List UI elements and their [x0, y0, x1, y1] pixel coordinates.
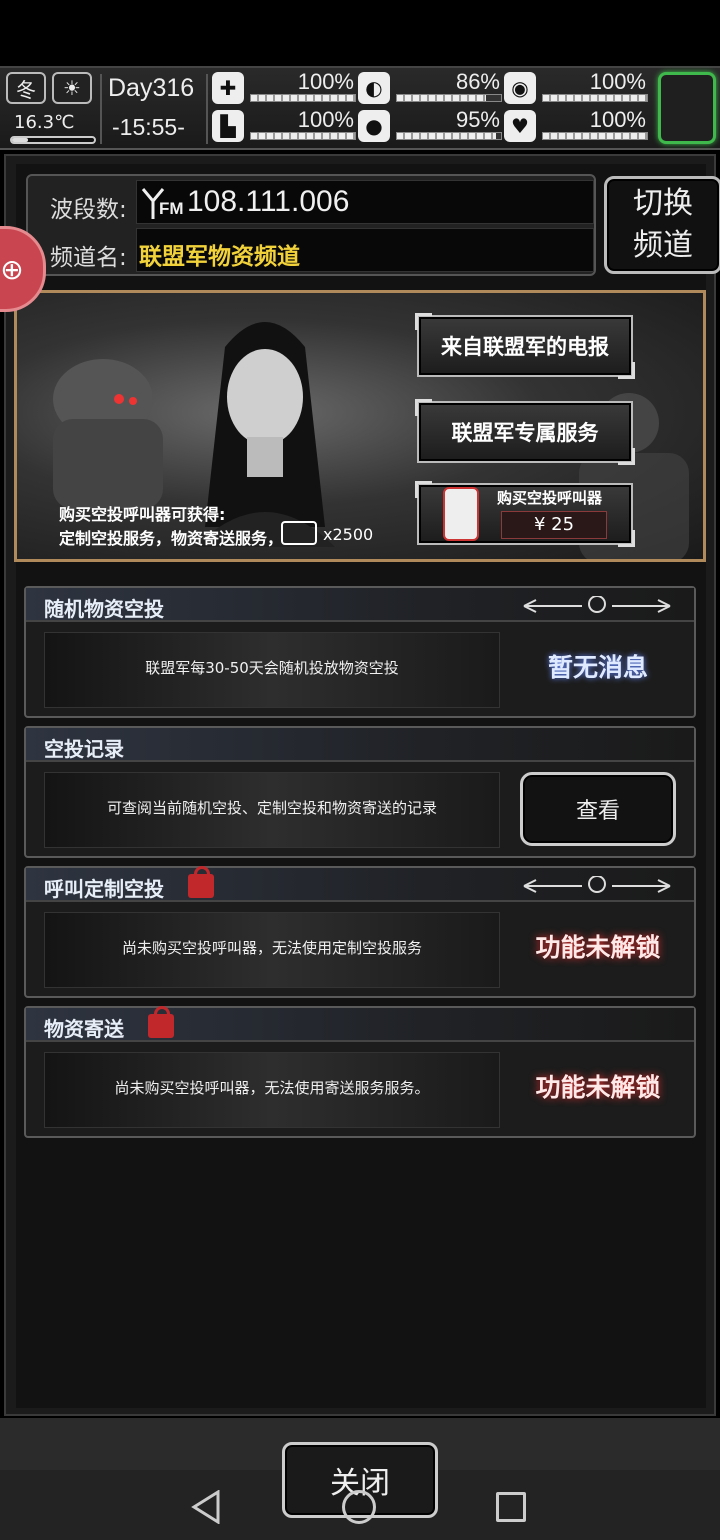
- satellite-signal-icon: [523, 596, 671, 613]
- frequency-field: FM 108.111.006: [136, 180, 594, 224]
- locked-status: 功能未解锁: [535, 1073, 661, 1102]
- exclusive-service-button[interactable]: 联盟军专属服务: [415, 399, 635, 465]
- divider: [206, 74, 208, 144]
- airdrop-record-card: 空投记录 可查阅当前随机空投、定制空投和物资寄送的记录 查看: [24, 726, 696, 858]
- custom-airdrop-card: 呼叫定制空投 尚未购买空投呼叫器，无法使用定制空投服务 功能未解锁: [24, 866, 696, 998]
- card-title: 空投记录: [44, 737, 124, 761]
- card-header: 随机物资空投: [26, 588, 694, 622]
- card-image: 尚未购买空投呼叫器，无法使用寄送服务服务。: [44, 1052, 500, 1128]
- band-label: 波段数:: [50, 197, 127, 223]
- stomach-icon: ◐: [358, 72, 390, 104]
- buy-caller-title: 购买空投呼叫器: [497, 489, 603, 507]
- supply-delivery-card: 物资寄送 尚未购买空投呼叫器，无法使用寄送服务服务。 功能未解锁: [24, 1006, 696, 1138]
- airdrop-status: 暂无消息: [547, 653, 648, 682]
- brain-icon: ◉: [504, 72, 536, 104]
- stat-bar: [250, 94, 356, 102]
- view-records-button[interactable]: 查看: [520, 772, 676, 846]
- card-header: 呼叫定制空投: [26, 866, 694, 902]
- medkit-icon: ✚: [212, 72, 244, 104]
- lock-icon: [148, 1006, 174, 1038]
- alliance-banner: 来自联盟军的电报 联盟军专属服务 购买空投呼叫器 ¥ 25 购买空投呼叫器可获得…: [14, 290, 706, 562]
- card-image: 可查阅当前随机空投、定制空投和物资寄送的记录: [44, 772, 500, 848]
- game-time: -15:55-: [112, 114, 185, 140]
- satellite-signal-icon: [523, 876, 671, 893]
- stat-bar: [250, 132, 356, 140]
- menu-button[interactable]: [658, 72, 716, 144]
- channel-label: 频道名:: [50, 245, 127, 271]
- antenna-icon: FM: [139, 185, 185, 221]
- channel-field: 联盟军物资频道: [136, 228, 594, 272]
- stat-health: ✚ 100%: [212, 69, 358, 106]
- back-icon[interactable]: [190, 1490, 222, 1524]
- card-description: 尚未购买空投呼叫器，无法使用寄送服务服务。: [114, 1079, 430, 1097]
- stat-hunger: ◐ 86%: [358, 69, 504, 106]
- channel-name: 联盟军物资频道: [139, 244, 300, 270]
- stat-mental: ◉ 100%: [504, 69, 650, 106]
- stat-thirst: ● 95%: [358, 107, 504, 144]
- stat-value: 100%: [589, 107, 646, 132]
- switch-label-line1: 切换: [633, 186, 693, 221]
- day-counter: Day316: [108, 74, 195, 102]
- stat-bar: [396, 94, 502, 102]
- stat-value: 100%: [297, 107, 354, 132]
- card-title: 物资寄送: [44, 1017, 124, 1041]
- walkie-talkie-icon: [443, 487, 479, 541]
- telegram-button[interactable]: 来自联盟军的电报: [415, 313, 635, 379]
- card-image: 尚未购买空投呼叫器，无法使用定制空投服务: [44, 912, 500, 988]
- stat-value: 86%: [455, 69, 500, 94]
- coupon-icon: [281, 521, 317, 545]
- coupon-count: x2500: [323, 525, 374, 544]
- thermometer-bar: [10, 136, 96, 144]
- season-label: 冬: [16, 77, 36, 102]
- stat-mood: ♥ 100%: [504, 107, 650, 144]
- stat-bar: [396, 132, 502, 140]
- lock-icon: [188, 866, 214, 898]
- random-airdrop-card: 随机物资空投 联盟军每30-50天会随机投放物资空投 暂无消息: [24, 586, 696, 718]
- robot-illustration: [53, 359, 163, 509]
- buy-caller-price: ¥ 25: [501, 511, 607, 539]
- recent-apps-icon[interactable]: [496, 1492, 526, 1522]
- card-header: 空投记录: [26, 728, 694, 762]
- stat-stamina: ▙ 100%: [212, 107, 358, 144]
- card-title: 呼叫定制空投: [44, 877, 164, 901]
- divider: [100, 74, 102, 144]
- stat-bar: [542, 94, 648, 102]
- heart-icon: ♥: [504, 110, 536, 142]
- card-title: 随机物资空投: [44, 597, 164, 621]
- season-icon: 冬: [6, 72, 46, 104]
- card-description: 尚未购买空投呼叫器，无法使用定制空投服务: [121, 939, 422, 957]
- stat-value: 100%: [589, 69, 646, 94]
- card-image: 联盟军每30-50天会随机投放物资空投: [44, 632, 500, 708]
- water-drop-icon: ●: [358, 110, 390, 142]
- radio-info-box: 波段数: FM 108.111.006 频道名: 联盟军物资频道: [26, 174, 596, 276]
- card-header: 物资寄送: [26, 1006, 694, 1042]
- assistant-icon: ⊕: [0, 252, 24, 286]
- banner-info-line2: 定制空投服务，物资寄送服务，: [59, 529, 284, 548]
- locked-status: 功能未解锁: [535, 933, 661, 962]
- frequency-value: 108.111.006: [187, 185, 350, 218]
- fm-label: FM: [159, 199, 184, 218]
- card-description: 可查阅当前随机空投、定制空投和物资寄送的记录: [106, 799, 437, 817]
- stat-bar: [542, 132, 648, 140]
- status-bar: 冬 ☀ 16.3℃ Day316 -15:55- ✚ 100% ◐ 86% ◉ …: [0, 66, 720, 150]
- switch-channel-button[interactable]: 切换 频道: [604, 176, 720, 274]
- home-icon[interactable]: [342, 1490, 376, 1524]
- sun-icon: ☀: [52, 72, 92, 104]
- banner-info-line1: 购买空投呼叫器可获得:: [59, 505, 226, 524]
- card-description: 联盟军每30-50天会随机投放物资空投: [145, 659, 399, 677]
- temperature: 16.3℃: [14, 112, 75, 133]
- season-weather-box: 冬 ☀ 16.3℃: [6, 72, 98, 148]
- switch-label-line2: 频道: [633, 228, 693, 263]
- stat-value: 100%: [297, 69, 354, 94]
- stat-value: 95%: [455, 107, 500, 132]
- boot-icon: ▙: [212, 110, 244, 142]
